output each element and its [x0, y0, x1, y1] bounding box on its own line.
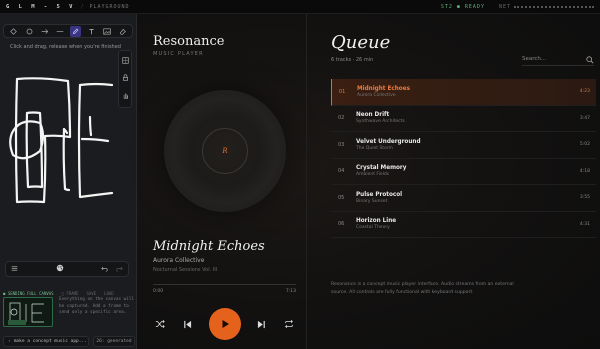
track-artist: Aurora Collective — [357, 92, 396, 98]
track-row[interactable]: 02 Neon Drift Synthwave Architects 3:47 — [331, 106, 596, 132]
redo-icon[interactable] — [116, 265, 123, 274]
menu-icon[interactable] — [11, 265, 18, 274]
text-icon[interactable] — [86, 26, 97, 37]
total-duration: 7:13 — [285, 289, 296, 294]
capture-info-text: Everything on the canvas will be capture… — [59, 297, 135, 315]
track-row[interactable]: 03 Velvet Underground The Quiet Storm 5:0… — [331, 132, 596, 159]
previous-icon[interactable] — [181, 317, 195, 331]
track-name: Crystal Memory — [356, 165, 407, 172]
track-artist: Binary Sunset — [356, 198, 388, 204]
next-icon[interactable] — [254, 317, 268, 331]
queue-search — [522, 52, 594, 66]
now-playing-album: Nocturnal Sessions Vol. III — [153, 267, 218, 273]
now-playing-title: Midnight Echoes — [153, 239, 265, 254]
track-row[interactable]: 05 Pulse Protocol Binary Sunset 3:55 — [331, 185, 596, 212]
play-button[interactable] — [208, 308, 241, 340]
track-artist: Ambient Fields — [356, 172, 390, 178]
search-icon[interactable] — [586, 49, 594, 68]
line-icon[interactable] — [55, 26, 66, 37]
drawing-toolbar — [3, 24, 133, 38]
now-playing-artist: Aurora Collective — [153, 257, 205, 264]
track-row[interactable]: 01 Midnight Echoes Aurora Collective 4:23 — [331, 79, 596, 106]
track-row[interactable]: 04 Crystal Memory Ambient Fields 4:18 — [331, 159, 596, 185]
prompt-prefix: › — [8, 339, 11, 344]
grid-icon[interactable] — [121, 57, 129, 66]
top-bar: G L M - 5 V / PLAYGROUND ST2 ● READY NET — [0, 0, 600, 14]
elapsed-time: 0:00 — [153, 289, 164, 294]
player-brand: Resonance — [153, 34, 225, 49]
canvas-panel: Click and drag, release when you're fini… — [0, 14, 137, 349]
track-name: Velvet Underground — [356, 138, 421, 145]
breadcrumb-separator: / — [80, 3, 85, 10]
track-number: 01 — [339, 88, 346, 95]
status-indicator: ST2 ● READY — [440, 3, 485, 10]
track-name: Neon Drift — [356, 112, 390, 119]
canvas-hint: Click and drag, release when you're fini… — [10, 44, 121, 50]
player-brand-subtitle: MUSIC PLAYER — [153, 51, 204, 57]
track-duration: 3:55 — [579, 195, 590, 201]
track-duration: 4:31 — [579, 221, 590, 227]
undo-icon[interactable] — [101, 265, 108, 274]
disc-label: R — [202, 128, 248, 174]
prompt-input[interactable]: › make a concept music app... — [3, 336, 89, 347]
generated-badge[interactable]: 26: generated — [93, 336, 135, 347]
sketch-drawing[interactable] — [0, 69, 118, 209]
diamond-icon[interactable] — [8, 26, 19, 37]
frame-button[interactable]: □ FRAME — [62, 291, 79, 296]
net-label: NET — [498, 3, 511, 10]
track-name: Horizon Line — [356, 218, 397, 225]
palette-icon[interactable] — [18, 264, 101, 274]
circle-icon[interactable] — [24, 26, 35, 37]
track-artist: The Quiet Storm — [356, 145, 393, 151]
queue-meta: 6 tracks · 26 min — [331, 57, 374, 63]
track-list: 01 Midnight Echoes Aurora Collective 4:23… — [331, 79, 596, 238]
play-icon — [222, 320, 229, 328]
lock-icon[interactable] — [122, 74, 129, 83]
track-number: 04 — [338, 168, 345, 175]
track-name: Pulse Protocol — [356, 191, 403, 198]
progress-bar[interactable] — [153, 284, 296, 285]
repeat-icon[interactable] — [282, 317, 296, 331]
image-icon[interactable] — [101, 26, 112, 37]
track-row[interactable]: 06 Horizon Line Coastal Theory 4:31 — [331, 212, 596, 238]
eraser-icon[interactable] — [117, 26, 128, 37]
track-duration: 5:02 — [579, 142, 590, 148]
track-duration: 4:23 — [579, 89, 590, 95]
track-number: 06 — [338, 221, 345, 228]
track-number: 02 — [338, 115, 345, 122]
track-name: Midnight Echoes — [357, 85, 410, 92]
track-duration: 3:47 — [579, 115, 590, 121]
playback-controls — [153, 307, 296, 341]
now-playing-panel: Resonance MUSIC PLAYER R Midnight Echoes… — [137, 14, 307, 349]
track-artist: Synthwave Architects — [356, 119, 405, 125]
app-logo: G L M - 5 V — [6, 3, 76, 10]
music-player: Resonance MUSIC PLAYER R Midnight Echoes… — [137, 14, 600, 349]
side-toolbar — [118, 50, 132, 108]
load-button[interactable]: LOAD — [104, 291, 114, 296]
save-button[interactable]: SAVE — [86, 291, 96, 296]
shuffle-icon[interactable] — [153, 317, 167, 331]
canvas-bottom-bar — [5, 261, 129, 277]
network-activity-bar — [514, 5, 594, 8]
track-number: 05 — [338, 194, 345, 201]
breadcrumb-page[interactable]: PLAYGROUND — [89, 4, 129, 10]
player-footer-note: Resonance is a concept music player inte… — [331, 282, 514, 295]
search-input[interactable] — [522, 55, 572, 62]
send-mode-label: ● SENDING FULL CANVAS — [3, 290, 54, 296]
track-number: 03 — [338, 141, 345, 148]
queue-panel: Queue 6 tracks · 26 min 01 Midnight Echo… — [319, 14, 600, 349]
track-artist: Coastal Theory — [356, 225, 390, 231]
queue-title: Queue — [331, 32, 391, 53]
vinyl-disc: R — [164, 90, 286, 212]
send-mode-row: ● SENDING FULL CANVAS □ FRAME SAVE LOAD — [0, 289, 137, 297]
hand-icon[interactable] — [122, 92, 129, 101]
track-duration: 4:18 — [579, 168, 590, 174]
pencil-icon[interactable] — [70, 25, 82, 37]
canvas-preview-thumbnail[interactable] — [3, 297, 53, 327]
arrow-icon[interactable] — [39, 26, 50, 37]
prompt-text: make a concept music app... — [13, 339, 87, 344]
